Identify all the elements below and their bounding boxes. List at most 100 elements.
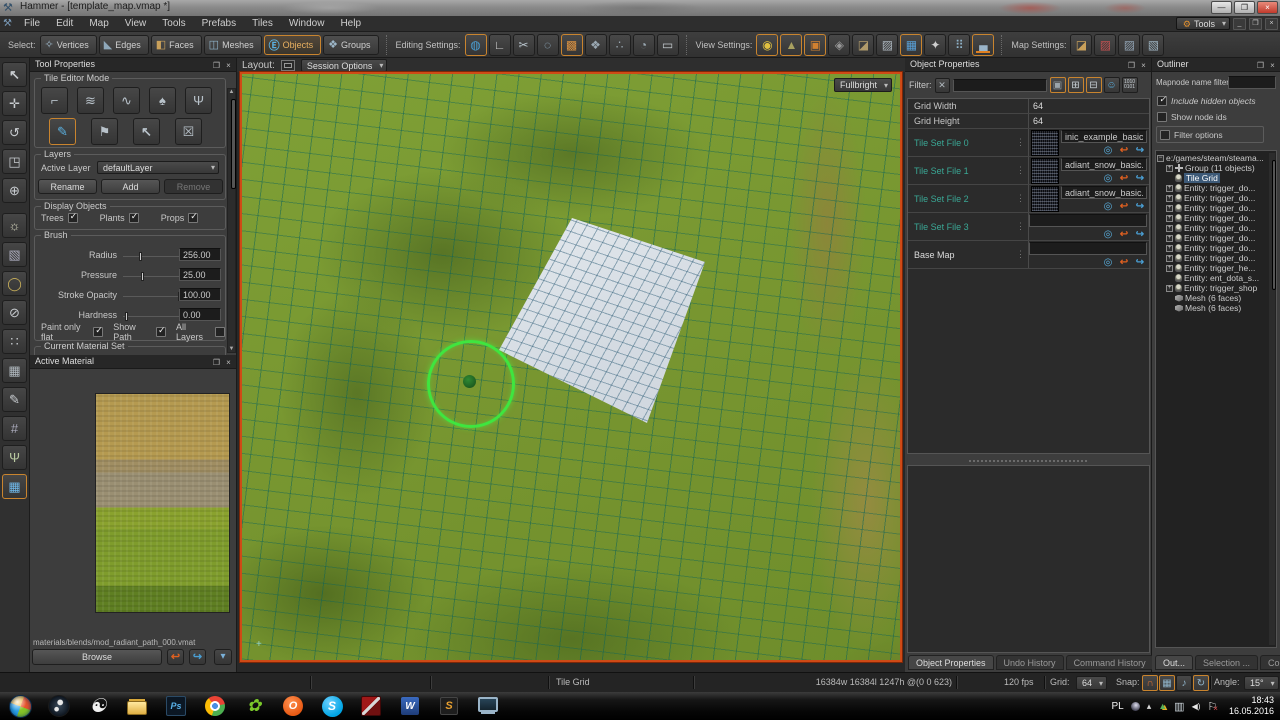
close-panel-icon[interactable]: × [223, 59, 234, 72]
pick-target-icon[interactable] [1101, 172, 1115, 184]
wireframe-view-icon[interactable] [900, 34, 922, 56]
float-panel-icon[interactable]: ❐ [1255, 59, 1266, 72]
export-icon[interactable] [1133, 228, 1147, 240]
export-material-icon[interactable] [189, 649, 206, 665]
mesh-lock-icon[interactable] [585, 34, 607, 56]
slider-value-input[interactable] [179, 248, 221, 261]
menu-file[interactable]: File [16, 16, 48, 31]
volume-tray-icon[interactable] [1192, 702, 1201, 711]
rotate-tool-icon[interactable] [2, 120, 27, 145]
restore-icon[interactable]: ❐ [1234, 1, 1255, 14]
sphere-select-icon[interactable] [633, 34, 655, 56]
expander-icon[interactable] [1166, 195, 1173, 202]
export-icon[interactable] [1133, 256, 1147, 268]
slider-value-input[interactable] [179, 288, 221, 301]
river-mode-icon[interactable] [113, 87, 140, 114]
stroke-opacity-slider[interactable] [123, 296, 181, 297]
import-icon[interactable] [1117, 172, 1131, 184]
tile-path-mode-icon[interactable] [41, 87, 68, 114]
show-node-ids-checkbox[interactable] [1157, 112, 1167, 122]
expander-icon[interactable] [1166, 215, 1173, 222]
tree-item[interactable]: Entity: trigger_do... [1156, 213, 1276, 223]
export-icon[interactable] [1133, 144, 1147, 156]
add-layer-button[interactable]: Add [101, 179, 160, 194]
light-view-icon[interactable] [756, 34, 778, 56]
filter-input[interactable] [953, 79, 1047, 92]
tool-properties-scrollbar[interactable]: ▲ ▼ [227, 88, 236, 353]
menu-map[interactable]: Map [81, 16, 116, 31]
all-layers-checkbox[interactable] [215, 327, 225, 337]
light-tool-icon[interactable] [2, 213, 27, 238]
dota2-app-icon[interactable] [356, 694, 386, 719]
vertex-tool-icon[interactable] [2, 329, 27, 354]
shading-mode-dropdown[interactable]: Fullbright [834, 78, 892, 92]
plants-checkbox[interactable] [129, 213, 139, 223]
scale-tool-icon[interactable] [2, 149, 27, 174]
menu-view[interactable]: View [117, 16, 155, 31]
filter-box-icon[interactable] [1050, 77, 1066, 93]
slider-thumb[interactable] [141, 272, 144, 281]
pick-target-icon[interactable] [1101, 144, 1115, 156]
rename-layer-button[interactable]: Rename [38, 179, 97, 194]
mapnode-filter-input[interactable] [1228, 76, 1276, 89]
icq-app-icon[interactable] [239, 694, 269, 719]
import-icon[interactable] [1117, 144, 1131, 156]
pick-target-icon[interactable] [1101, 228, 1115, 240]
close-panel-icon[interactable]: × [1267, 59, 1278, 72]
expander-icon[interactable] [1166, 265, 1173, 272]
mesh-view-icon[interactable] [828, 34, 850, 56]
tab-correction[interactable]: Cor... [1260, 655, 1280, 670]
erase-mode-icon[interactable] [175, 118, 202, 145]
explorer-app-icon[interactable] [122, 694, 152, 719]
magnet-snap-icon[interactable] [1142, 675, 1158, 691]
network-tray-icon[interactable] [1174, 700, 1184, 713]
select-meshes-button[interactable]: Meshes [204, 35, 262, 55]
session-options-dropdown[interactable]: Session Options [301, 59, 388, 72]
tools-dropdown[interactable]: ⚙Tools [1176, 17, 1230, 30]
tile-set-path-input[interactable] [1029, 214, 1147, 227]
grid-size-dropdown[interactable]: 64 [1076, 676, 1107, 690]
menu-window[interactable]: Window [281, 16, 333, 31]
tree-scrollbar[interactable] [1269, 153, 1275, 645]
chrome-app-icon[interactable] [200, 694, 230, 719]
import-icon[interactable] [1117, 256, 1131, 268]
tab-undo-history[interactable]: Undo History [996, 655, 1064, 670]
tilegrid-view-icon[interactable] [948, 34, 970, 56]
collapse-all-icon[interactable] [1086, 77, 1102, 93]
tree-item[interactable]: Mesh (6 faces) [1156, 293, 1276, 303]
expander-icon[interactable] [1157, 155, 1164, 162]
tree-item[interactable]: Entity: trigger_do... [1156, 243, 1276, 253]
import-material-icon[interactable] [167, 649, 184, 665]
tree-item[interactable]: Entity: trigger_shop [1156, 283, 1276, 293]
steam-tray-icon[interactable] [1131, 702, 1140, 711]
menu-prefabs[interactable]: Prefabs [194, 16, 244, 31]
scroll-down-icon[interactable]: ▼ [228, 346, 235, 352]
export-icon[interactable] [1133, 172, 1147, 184]
foliage-tool-icon[interactable] [2, 445, 27, 470]
word-app-icon[interactable] [395, 694, 425, 719]
tab-command-history[interactable]: Command History [1066, 655, 1154, 670]
tree-item[interactable]: Entity: trigger_he... [1156, 263, 1276, 273]
display-app-icon[interactable] [473, 694, 503, 719]
expand-all-icon[interactable] [1068, 77, 1084, 93]
tree-item[interactable]: Entity: trigger_do... [1156, 233, 1276, 243]
slider-thumb[interactable] [125, 312, 128, 321]
scroll-thumb[interactable] [231, 99, 236, 189]
start-button[interactable] [5, 694, 35, 719]
hardness-slider[interactable] [123, 316, 181, 317]
mdi-minimize-icon[interactable]: _ [1233, 18, 1246, 30]
minimize-icon[interactable]: — [1211, 1, 1232, 14]
foliage-mode-icon[interactable] [185, 87, 212, 114]
tile-set-path-input[interactable] [1061, 130, 1147, 143]
menu-tiles[interactable]: Tiles [244, 16, 281, 31]
world-add-icon[interactable] [465, 34, 487, 56]
move-tool-icon[interactable] [2, 91, 27, 116]
tree-item[interactable]: Mesh (6 faces) [1156, 303, 1276, 313]
import-icon[interactable] [1117, 228, 1131, 240]
close-icon[interactable]: × [1257, 1, 1278, 14]
photoshop-app-icon[interactable] [161, 694, 191, 719]
mdi-restore-icon[interactable]: ❐ [1249, 18, 1262, 30]
select-vertices-button[interactable]: Vertices [40, 35, 97, 55]
tree-item[interactable]: Tile Grid [1156, 173, 1276, 183]
tile-editor-tool-icon[interactable] [2, 474, 27, 499]
